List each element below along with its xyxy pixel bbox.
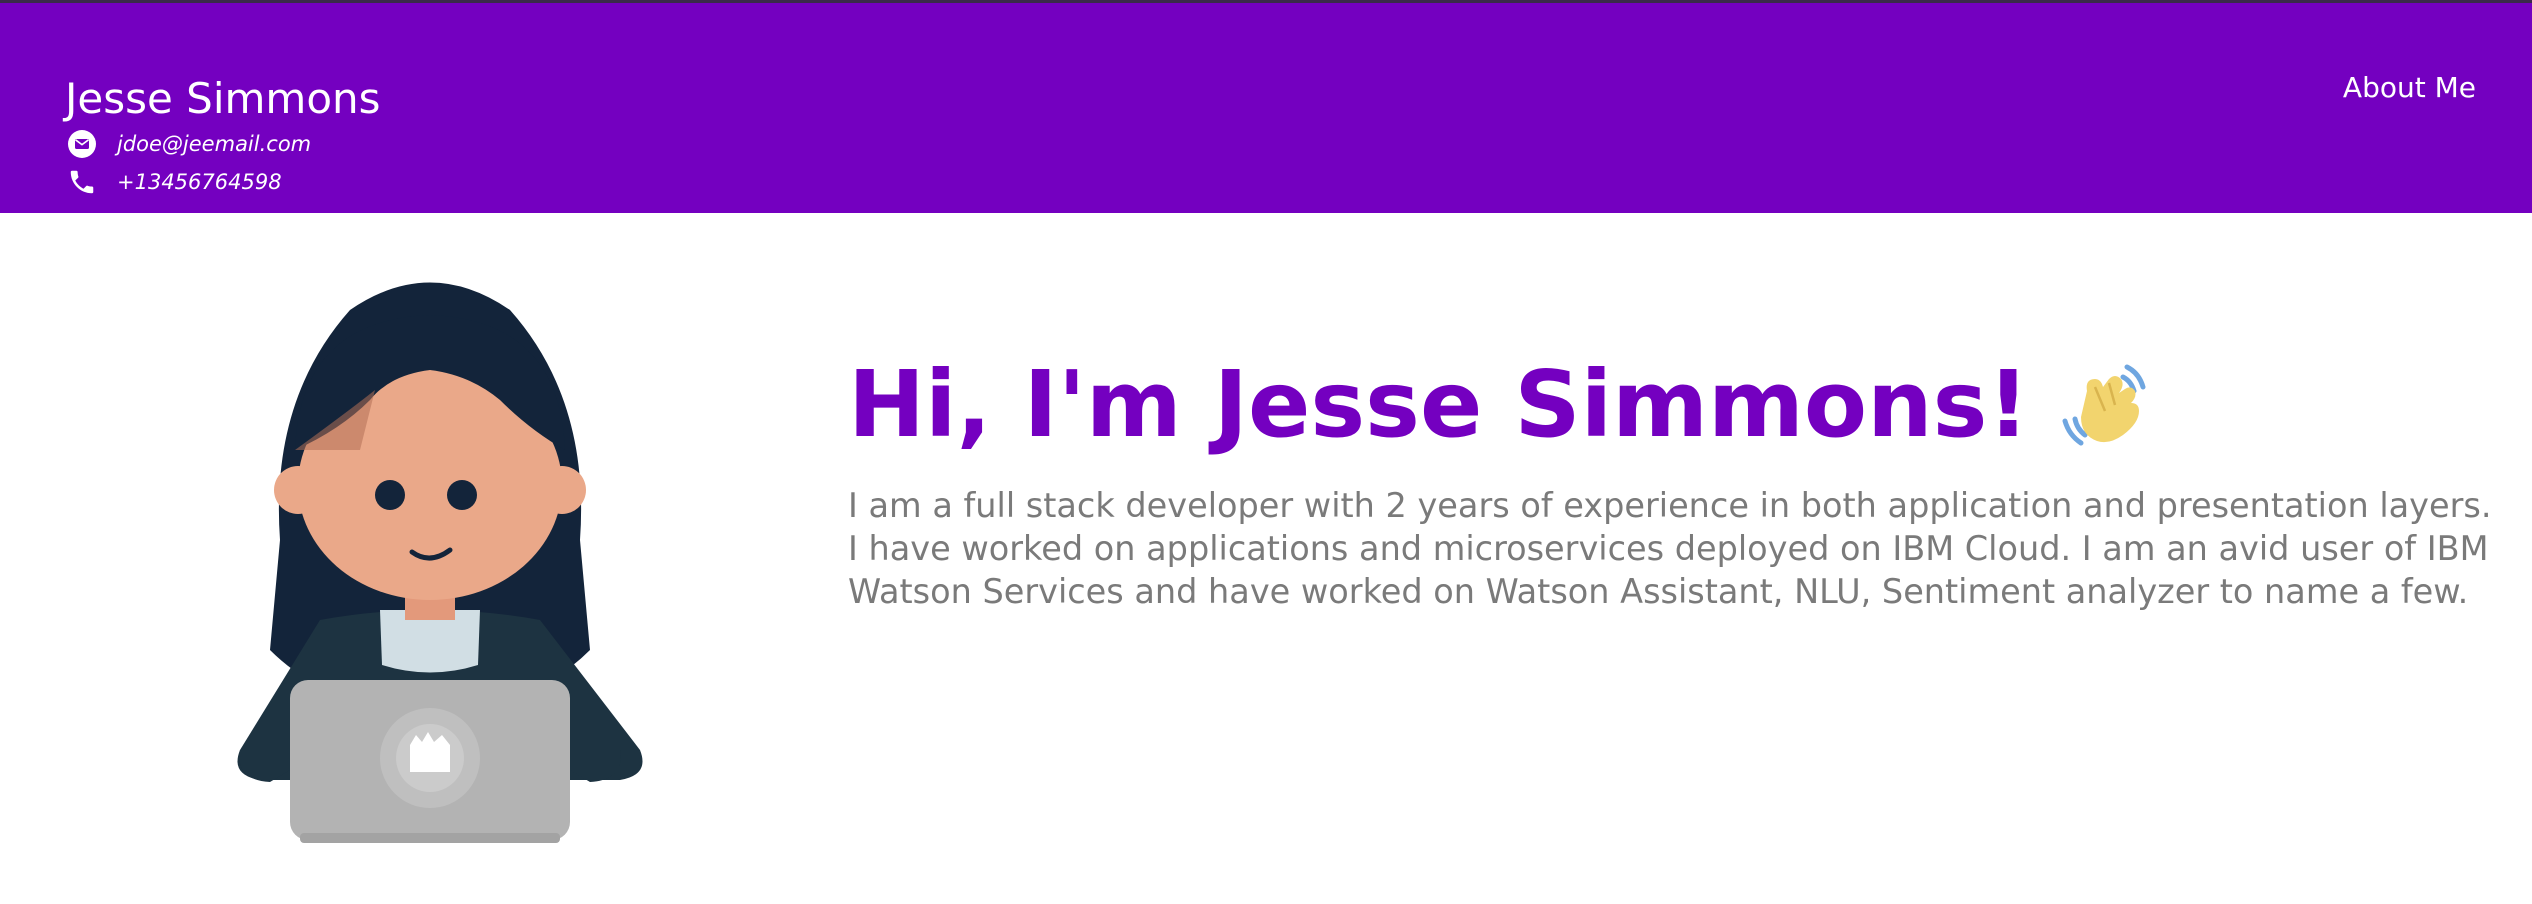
- contact-email[interactable]: jdoe@jeemail.com: [65, 127, 311, 161]
- hero-description-line: I am a full stack developer with 2 years…: [848, 486, 2492, 525]
- navbar: Jesse Simmons jdoe@jeemail.com +13456764…: [0, 3, 2532, 213]
- email-text: jdoe@jeemail.com: [117, 132, 312, 156]
- hero-title-text: Hi, I'm Jesse Simmons!: [848, 351, 2030, 458]
- contact-phone[interactable]: +13456764598: [65, 165, 282, 199]
- phone-text: +13456764598: [117, 170, 282, 194]
- hero-section: Hi, I'm Jesse Simmons! I am a full stack…: [848, 340, 2508, 613]
- brand-name[interactable]: Jesse Simmons: [65, 73, 381, 125]
- nav-about-me[interactable]: About Me: [2343, 71, 2476, 104]
- hero-description-line: I have worked on applications and micros…: [848, 529, 2489, 568]
- envelope-icon: [65, 127, 99, 161]
- page: Jesse Simmons jdoe@jeemail.com +13456764…: [0, 0, 2532, 904]
- phone-icon: [65, 165, 99, 199]
- waving-hand-icon: [2057, 357, 2153, 453]
- developer-avatar-illustration: [200, 280, 660, 845]
- hero-title: Hi, I'm Jesse Simmons!: [848, 340, 2508, 470]
- hero-description-line: Watson Services and have worked on Watso…: [848, 572, 2469, 611]
- hero-description: I am a full stack developer with 2 years…: [848, 484, 2508, 613]
